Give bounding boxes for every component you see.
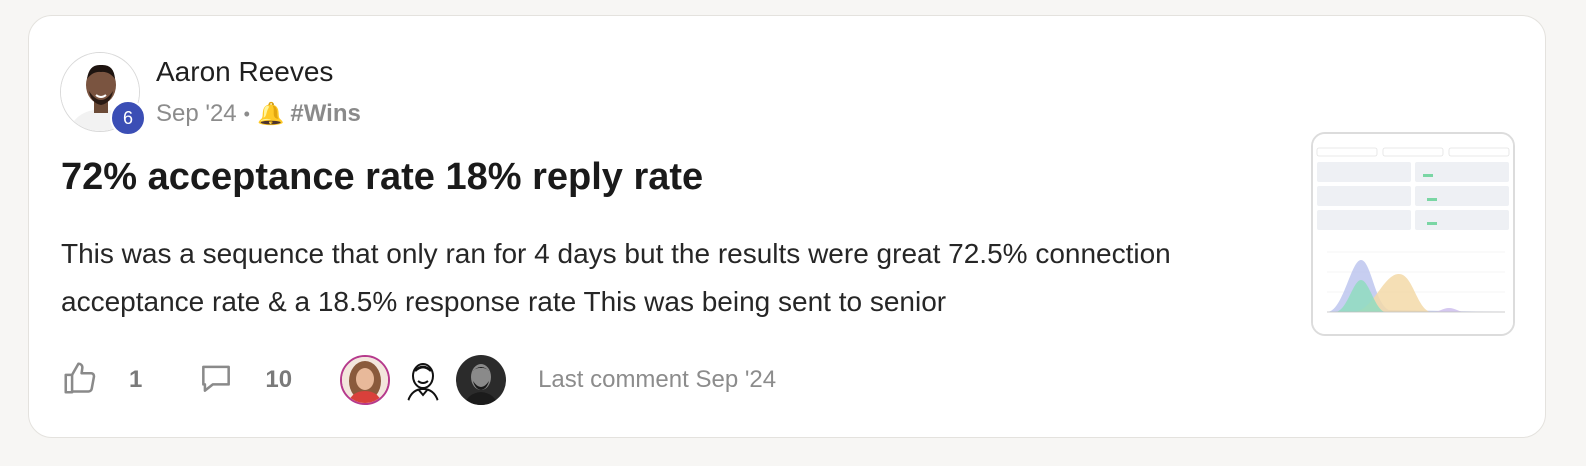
post-meta: Sep '24 • 🔔 #Wins	[156, 100, 361, 128]
comments-button[interactable]: 10	[197, 359, 292, 402]
post-thumbnail[interactable]	[1311, 132, 1515, 336]
post-title[interactable]: 72% acceptance rate 18% reply rate	[61, 156, 703, 199]
thumbs-up-icon	[61, 359, 99, 402]
like-count: 1	[129, 366, 143, 393]
participant-avatars	[340, 355, 514, 405]
participant-avatar[interactable]	[398, 355, 449, 405]
comment-bubble-icon	[197, 359, 235, 402]
comment-count: 10	[265, 366, 293, 393]
meta-separator: •	[243, 103, 250, 124]
post-date[interactable]: Sep '24	[156, 100, 237, 128]
participant-avatar[interactable]	[456, 355, 507, 405]
like-button[interactable]: 1	[61, 359, 142, 402]
category-link[interactable]: #Wins	[290, 100, 360, 128]
post-card[interactable]: 6 Aaron Reeves Sep '24 • 🔔 #Wins 72% acc…	[28, 15, 1546, 438]
author-avatar-wrap[interactable]: 6	[60, 52, 146, 136]
post-actions: 1 10 Last comment Sep '24	[61, 354, 776, 406]
level-badge: 6	[110, 100, 146, 136]
last-comment-label: Last comment Sep '24	[538, 366, 777, 393]
participant-avatar[interactable]	[340, 355, 391, 405]
post-body[interactable]: This was a sequence that only ran for 4 …	[61, 230, 1241, 326]
bell-icon: 🔔	[256, 101, 285, 126]
author-name[interactable]: Aaron Reeves	[156, 56, 333, 88]
